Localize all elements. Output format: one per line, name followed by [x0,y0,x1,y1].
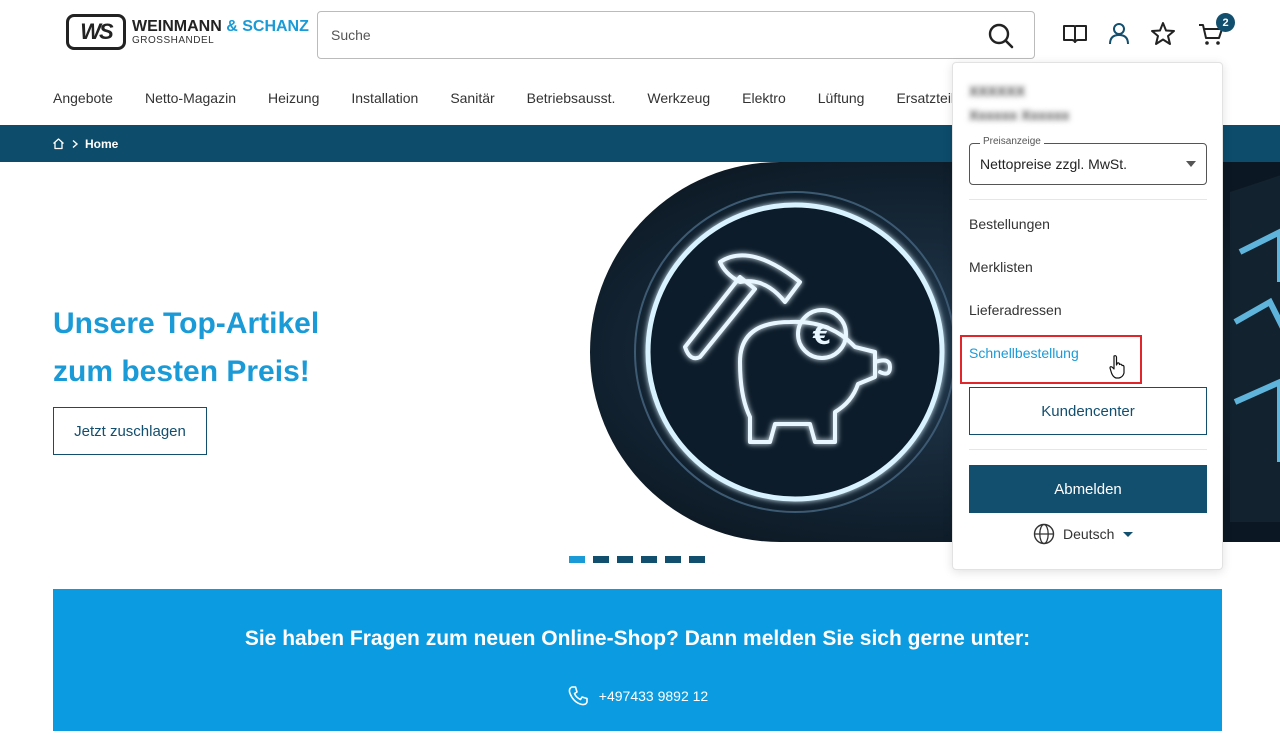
divider [969,199,1207,200]
hero-cta-button[interactable]: Jetzt zuschlagen [53,407,207,455]
customer-number: XXXXXX [969,83,1026,99]
book-icon[interactable] [1061,20,1089,48]
customer-name: Xxxxxx Xxxxxx [969,107,1070,123]
hero-title-line2: zum besten Preis! [53,355,310,388]
contact-phone-link[interactable]: +497433 9892 12 [599,688,708,704]
caret-down-icon [1186,161,1196,167]
nav-item[interactable]: Lüftung [818,90,865,106]
account-dropdown: XXXXXX Xxxxxx Xxxxxx Preisanzeige Nettop… [952,62,1223,570]
contact-banner-text: Sie haben Fragen zum neuen Online-Shop? … [244,627,1031,650]
logo-name: WEINMANN [132,17,222,35]
language-label: Deutsch [1063,526,1115,542]
search-input[interactable] [331,27,971,43]
user-icon[interactable] [1105,20,1133,48]
caret-down-icon [1123,531,1134,537]
price-display-label: Preisanzeige [980,136,1044,147]
nav-item[interactable]: Angebote [53,90,113,106]
globe-icon [1033,523,1055,545]
language-selector[interactable]: Deutsch [1033,523,1134,545]
price-display-value: Nettopreise zzgl. MwSt. [980,156,1128,172]
customer-center-button[interactable]: Kundencenter [969,387,1207,435]
slider-dot[interactable] [665,556,681,563]
slider-dots [569,556,713,563]
search-icon[interactable] [986,21,1016,51]
site-header: WS WEINMANN & SCHANZ GROSSHANDEL 2 [0,0,1280,70]
hand-cursor-icon [1109,355,1125,379]
price-display-select[interactable]: Preisanzeige Nettopreise zzgl. MwSt. [969,136,1207,185]
hero-title-line1: Unsere Top-Artikel [53,307,320,340]
divider [969,449,1207,450]
menu-link-watchlists[interactable]: Merklisten [969,259,1033,275]
chevron-right-icon [72,139,79,148]
search-bar [317,11,1035,59]
slider-dot[interactable] [593,556,609,563]
contact-banner: Sie haben Fragen zum neuen Online-Shop? … [53,589,1222,731]
cart-count-badge: 2 [1216,13,1235,32]
slider-dot[interactable] [569,556,585,563]
logo[interactable]: WS WEINMANN & SCHANZ GROSSHANDEL [66,14,309,50]
star-icon[interactable] [1149,20,1177,48]
menu-link-orders[interactable]: Bestellungen [969,216,1050,232]
nav-item[interactable]: Sanitär [450,90,494,106]
phone-icon [568,686,588,706]
menu-link-delivery-addresses[interactable]: Lieferadressen [969,302,1062,318]
nav-item[interactable]: Werkzeug [647,90,710,106]
nav-item[interactable]: Netto-Magazin [145,90,236,106]
nav-item[interactable]: Heizung [268,90,319,106]
svg-text:€: € [812,321,831,351]
slider-dot[interactable] [689,556,705,563]
nav-item[interactable]: Betriebsausst. [527,90,616,106]
slider-dot[interactable] [641,556,657,563]
breadcrumb-home[interactable]: Home [85,137,118,151]
home-icon[interactable] [52,137,65,150]
logout-button[interactable]: Abmelden [969,465,1207,513]
slider-dot[interactable] [617,556,633,563]
logo-sub: GROSSHANDEL [132,34,215,46]
logo-mark: WS [66,14,126,50]
nav-item[interactable]: Installation [351,90,418,106]
logo-amp: & SCHANZ [226,17,309,35]
main-nav: Angebote Netto-Magazin Heizung Installat… [53,90,994,106]
nav-item[interactable]: Elektro [742,90,786,106]
